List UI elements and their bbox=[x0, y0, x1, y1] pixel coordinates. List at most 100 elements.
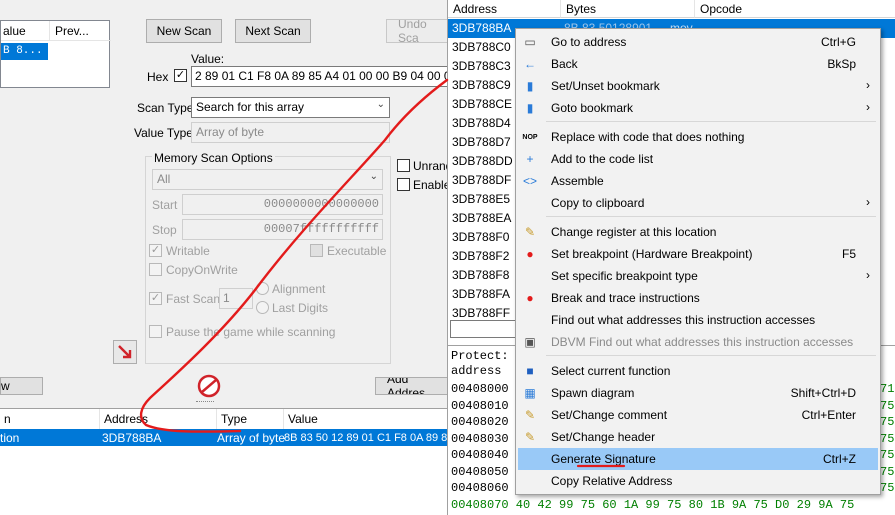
disasm-address-header-label: Address bbox=[453, 2, 498, 16]
scan-type-value: Search for this array bbox=[196, 100, 305, 114]
scan-type-select[interactable]: Search for this array ⌄ bbox=[191, 97, 390, 118]
value-type-select[interactable]: Array of byte bbox=[191, 122, 390, 143]
address-list-header-address[interactable]: Address bbox=[100, 409, 217, 429]
address-list-header-description[interactable]: n bbox=[0, 409, 100, 429]
fast-scan-checkbox[interactable]: ✓ bbox=[149, 292, 162, 305]
code-brackets-icon: <> bbox=[522, 174, 537, 188]
alignment-radio[interactable] bbox=[256, 282, 269, 295]
add-address-manually-button[interactable]: Add Addres bbox=[375, 377, 450, 395]
disasm-row-address: 3DB788F2 bbox=[452, 249, 510, 263]
menu-item-replace-with-code-that-does-nothing[interactable]: NOP Replace with code that does nothing bbox=[518, 126, 878, 148]
hex-right-value: 75 bbox=[880, 398, 895, 413]
menu-item-label: Add to the code list bbox=[551, 152, 654, 166]
found-list-header-previous[interactable]: Prev... bbox=[55, 24, 89, 38]
menu-item-label: Back bbox=[551, 57, 578, 71]
menu-item-label: Copy to clipboard bbox=[551, 196, 645, 210]
hex-row: 00408070 40 42 99 75 60 1A 99 75 80 1B 9… bbox=[451, 497, 855, 512]
submenu-chevron-icon: › bbox=[866, 195, 870, 209]
undo-scan-button[interactable]: Undo Sca bbox=[386, 19, 448, 43]
hex-row: 00408060 bbox=[451, 481, 509, 495]
menu-item-label: Set breakpoint (Hardware Breakpoint) bbox=[551, 247, 753, 261]
add-to-list-button[interactable] bbox=[113, 340, 137, 364]
memory-scan-options-title: Memory Scan Options bbox=[152, 151, 275, 165]
stop-address-input[interactable]: 00007fffffffffff bbox=[182, 219, 383, 240]
header-icon: ✎ bbox=[524, 430, 536, 444]
menu-item-generate-signature[interactable]: Generate Signature Ctrl+Z bbox=[518, 448, 878, 470]
context-menu: ▭ Go to address Ctrl+G ← Back BkSp ▮ Set/Unset … bbox=[515, 28, 881, 495]
menu-item-label: Break and trace instructions bbox=[551, 291, 700, 305]
start-address-input[interactable]: 0000000000000000 bbox=[182, 194, 383, 215]
disasm-row-address: 3DB788D4 bbox=[452, 116, 511, 130]
menu-item-select-current-function[interactable]: ■ Select current function bbox=[518, 360, 878, 382]
pause-game-checkbox[interactable] bbox=[149, 325, 162, 338]
address-list-header-value[interactable]: Value bbox=[284, 409, 450, 429]
menu-item-spawn-diagram[interactable]: ▦ Spawn diagram Shift+Ctrl+D bbox=[518, 382, 878, 404]
executable-checkbox[interactable] bbox=[310, 244, 323, 257]
disasm-header-opcode[interactable]: Opcode bbox=[694, 0, 895, 18]
chevron-down-icon: ⌄ bbox=[376, 99, 385, 110]
submenu-chevron-icon: › bbox=[866, 100, 870, 114]
hex-checkbox[interactable]: ✓ bbox=[174, 69, 187, 82]
menu-item-copy-to-clipboard[interactable]: Copy to clipboard › bbox=[518, 192, 878, 214]
menu-item-add-to-the-code-list[interactable]: + Add to the code list bbox=[518, 148, 878, 170]
disasm-header-bytes[interactable]: Bytes bbox=[560, 0, 694, 18]
copy-on-write-checkbox[interactable] bbox=[149, 263, 162, 276]
chevron-down-icon: ⌄ bbox=[369, 171, 378, 182]
menu-item-shortcut: F5 bbox=[841, 247, 856, 261]
value-type-value: Array of byte bbox=[196, 125, 265, 139]
menu-item-goto-bookmark[interactable]: ▮ Goto bookmark › bbox=[518, 97, 878, 119]
menu-item-set-change-comment[interactable]: ✎ Set/Change comment Ctrl+Enter bbox=[518, 404, 878, 426]
fast-scan-label: Fast Scan bbox=[166, 292, 221, 306]
writable-checkbox[interactable]: ✓ bbox=[149, 244, 162, 257]
menu-item-find-out-what-addresses-this-instruction-accesses[interactable]: Find out what addresses this instruction… bbox=[518, 309, 878, 331]
hex-row: 00408010 bbox=[451, 398, 509, 413]
new-scan-button[interactable]: New Scan bbox=[146, 19, 222, 43]
menu-item-set-specific-breakpoint-type[interactable]: Set specific breakpoint type › bbox=[518, 265, 878, 287]
last-digits-radio[interactable] bbox=[256, 301, 269, 314]
memory-region-select[interactable]: All ⌄ bbox=[152, 169, 383, 190]
enable-label: Enable bbox=[413, 178, 451, 192]
menu-item-set-unset-bookmark[interactable]: ▮ Set/Unset bookmark › bbox=[518, 75, 878, 97]
splitter-handle[interactable] bbox=[196, 401, 214, 403]
cheat-table-address-list[interactable]: n Address Type Value tion 3DB788BA Array… bbox=[0, 408, 450, 515]
hex-row: 00408000 bbox=[451, 382, 509, 396]
enable-speedhack-checkbox[interactable] bbox=[397, 178, 410, 191]
hex-right-value: 75 bbox=[880, 464, 895, 479]
memory-view-button[interactable]: w bbox=[0, 377, 43, 395]
menu-item-change-register-at-this-location[interactable]: ✎ Change register at this location bbox=[518, 221, 878, 243]
found-addresses-list[interactable]: alue Prev... B 8... bbox=[0, 20, 111, 88]
trace-icon: ● bbox=[526, 291, 534, 305]
menu-item-set-change-header[interactable]: ✎ Set/Change header bbox=[518, 426, 878, 448]
table-row[interactable]: tion 3DB788BA Array of byte 8B 83 50 12 … bbox=[0, 429, 450, 446]
address-list-header-type[interactable]: Type bbox=[217, 409, 284, 429]
menu-item-break-and-trace-instructions[interactable]: ● Break and trace instructions bbox=[518, 287, 878, 309]
description-header-label: n bbox=[4, 412, 11, 426]
menu-item-assemble[interactable]: <> Assemble bbox=[518, 170, 878, 192]
menu-item-go-to-address[interactable]: ▭ Go to address Ctrl+G bbox=[518, 31, 878, 53]
stop-icon[interactable] bbox=[196, 373, 222, 399]
hex-right-value: 71 bbox=[880, 382, 895, 396]
unrandomizer-checkbox[interactable] bbox=[397, 159, 410, 172]
disasm-goto-input[interactable] bbox=[450, 320, 516, 338]
value-input[interactable]: 2 89 01 C1 F8 0A 89 85 A4 01 00 00 B9 04… bbox=[191, 66, 449, 87]
address-header-label: Address bbox=[104, 412, 149, 426]
disasm-header-address[interactable]: Address bbox=[448, 0, 560, 18]
menu-item-back[interactable]: ← Back BkSp bbox=[518, 53, 878, 75]
pause-game-label: Pause the game while scanning bbox=[166, 325, 336, 339]
disasm-row-address: 3DB788F8 bbox=[452, 268, 510, 282]
menu-separator bbox=[546, 121, 876, 122]
menu-item-copy-relative-address[interactable]: Copy Relative Address bbox=[518, 470, 878, 492]
found-list-header-value[interactable]: alue bbox=[3, 24, 26, 38]
executable-label: Executable bbox=[327, 244, 387, 258]
red-arrow-icon bbox=[118, 345, 132, 359]
menu-separator bbox=[546, 355, 876, 356]
menu-item-set-breakpoint-hardware-breakpoint[interactable]: ● Set breakpoint (Hardware Breakpoint) F5 bbox=[518, 243, 878, 265]
fast-scan-input[interactable]: 1 bbox=[219, 288, 253, 309]
disasm-row-address: 3DB788DF bbox=[452, 173, 512, 187]
value-label: Value: bbox=[191, 52, 225, 66]
memory-region-value: All bbox=[157, 172, 171, 186]
found-list-row[interactable]: B 8... bbox=[1, 43, 48, 60]
menu-item-label: Set/Unset bookmark bbox=[551, 79, 660, 93]
menu-item-label: Generate Signature bbox=[551, 452, 656, 466]
next-scan-button[interactable]: Next Scan bbox=[235, 19, 311, 43]
